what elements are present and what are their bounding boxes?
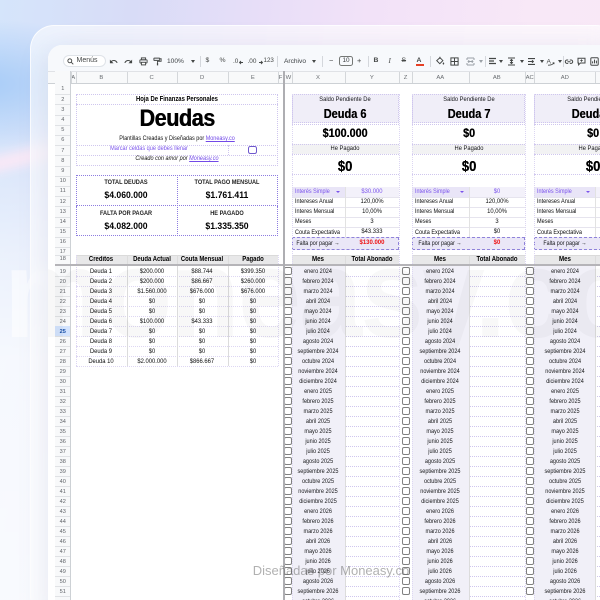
svg-text:A: A <box>546 58 551 65</box>
